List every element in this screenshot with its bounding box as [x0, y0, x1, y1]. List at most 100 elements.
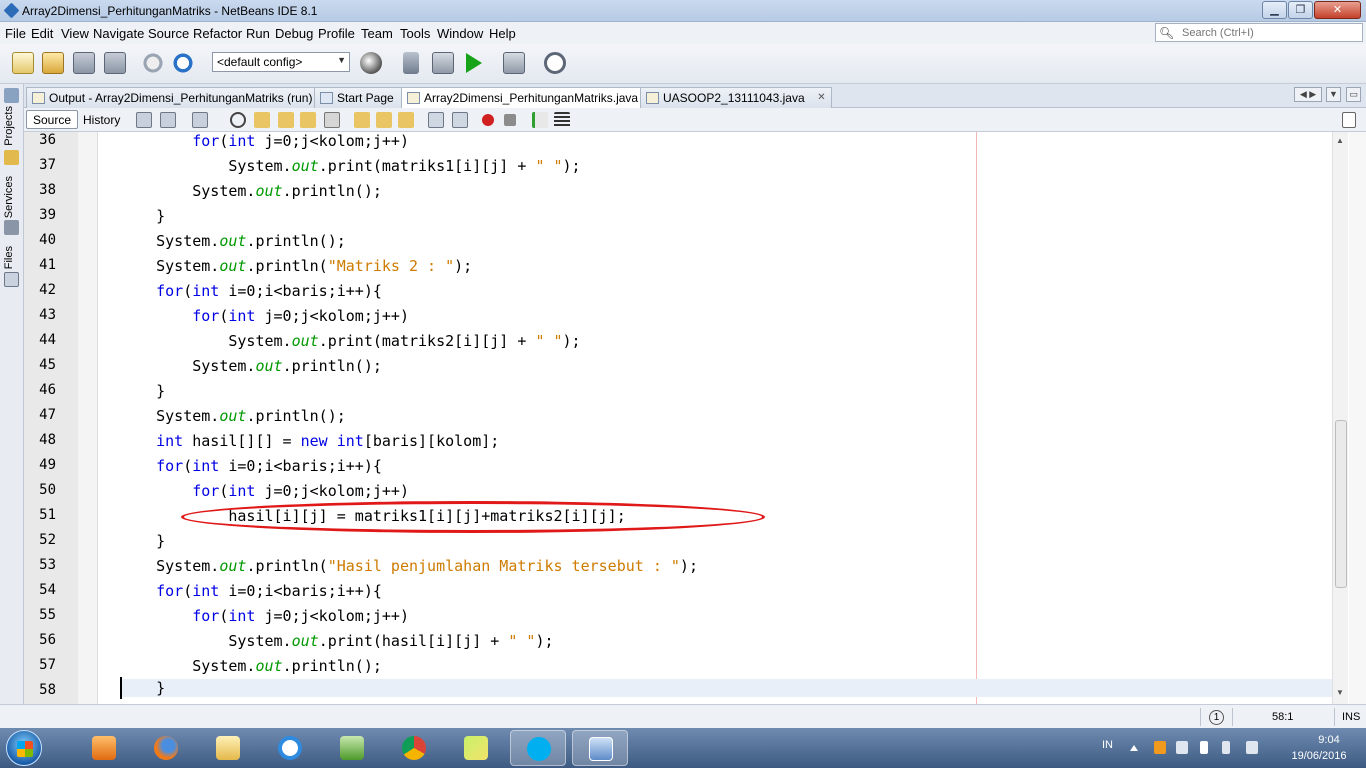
profile-icon[interactable] — [544, 52, 566, 74]
redo-icon[interactable] — [172, 52, 194, 74]
menu-view[interactable]: View — [61, 26, 89, 41]
code-line[interactable]: for(int j=0;j<kolom;j++) — [120, 307, 409, 325]
code-line-current[interactable]: } — [120, 679, 1332, 697]
code-line[interactable]: System.out.print(matriks2[i][j] + " "); — [120, 332, 580, 350]
rectangular-selection-icon[interactable] — [324, 112, 340, 128]
code-line[interactable]: System.out.println("Matriks 2 : "); — [120, 257, 472, 275]
toggle-bookmark-icon[interactable] — [398, 112, 414, 128]
last-edit-icon[interactable] — [136, 112, 152, 128]
menu-source[interactable]: Source — [148, 26, 189, 41]
scroll-up-icon[interactable]: ▲ — [1336, 136, 1344, 145]
menu-team[interactable]: Team — [361, 26, 393, 41]
code-line[interactable]: } — [120, 382, 165, 400]
start-macro-icon[interactable] — [482, 114, 494, 126]
config-dropdown[interactable]: <default config> ▼ — [212, 52, 350, 72]
shift-right-icon[interactable] — [452, 112, 468, 128]
search-input[interactable] — [1182, 25, 1360, 40]
code-line[interactable]: for(int j=0;j<kolom;j++) — [120, 132, 409, 150]
bluetooth-icon[interactable] — [1222, 741, 1230, 754]
restore-window-icon[interactable] — [4, 88, 19, 103]
vertical-scrollbar[interactable]: ▲ ▼ — [1332, 132, 1348, 704]
hammer-icon[interactable] — [403, 52, 419, 74]
tab-start-page[interactable]: Start Page — [314, 87, 405, 108]
code-line[interactable]: for(int i=0;i<baris;i++){ — [120, 457, 382, 475]
notifications-icon[interactable]: 1 — [1209, 710, 1224, 725]
forward-icon[interactable] — [192, 112, 208, 128]
code-line[interactable]: int hasil[][] = new int[baris][kolom]; — [120, 432, 499, 450]
projects-tab[interactable]: Projects — [3, 106, 21, 146]
start-button[interactable] — [6, 730, 42, 766]
files-tab[interactable]: Files — [3, 246, 21, 269]
volume-icon[interactable] — [1176, 741, 1188, 754]
code-line[interactable]: System.out.println("Hasil penjumlahan Ma… — [120, 557, 698, 575]
menu-help[interactable]: Help — [489, 26, 516, 41]
menu-tools[interactable]: Tools — [400, 26, 430, 41]
language-indicator[interactable]: IN — [1102, 739, 1113, 751]
tab-output[interactable]: Output - Array2Dimensi_PerhitunganMatrik… — [26, 87, 320, 108]
network-icon[interactable] — [1246, 741, 1258, 754]
taskbar-skype[interactable] — [510, 730, 566, 766]
tab-scroll-arrows[interactable]: ◀ ▶ — [1294, 87, 1322, 102]
scrollbar-thumb[interactable] — [1335, 420, 1347, 588]
minimize-button[interactable]: ▁ — [1262, 1, 1287, 19]
code-line[interactable]: for(int i=0;i<baris;i++){ — [120, 282, 382, 300]
menu-window[interactable]: Window — [437, 26, 483, 41]
services-tab[interactable]: Services — [3, 176, 21, 218]
history-button[interactable]: History — [76, 110, 127, 129]
maximize-button[interactable]: ❐ — [1288, 1, 1313, 19]
source-button[interactable]: Source — [26, 110, 79, 129]
next-bookmark-icon[interactable] — [376, 112, 392, 128]
menu-debug[interactable]: Debug — [275, 26, 313, 41]
debug-icon[interactable] — [503, 52, 525, 74]
code-line[interactable]: for(int j=0;j<kolom;j++) — [120, 607, 409, 625]
menu-run[interactable]: Run — [246, 26, 270, 41]
shift-left-icon[interactable] — [428, 112, 444, 128]
new-project-icon[interactable] — [42, 52, 64, 74]
split-editor-icon[interactable] — [1342, 112, 1356, 128]
clock-date[interactable]: 19/06/2016 — [1284, 750, 1354, 762]
run-icon[interactable] — [466, 53, 482, 73]
search-box[interactable]: 🔍︎ — [1155, 23, 1363, 42]
code-line[interactable]: System.out.print(hasil[i][j] + " "); — [120, 632, 553, 650]
scroll-down-icon[interactable]: ▼ — [1336, 688, 1344, 697]
taskbar-virtualbox[interactable] — [572, 730, 628, 766]
code-line[interactable]: System.out.print(matriks1[i][j] + " "); — [120, 157, 580, 175]
menu-refactor[interactable]: Refactor — [193, 26, 242, 41]
code-line[interactable]: System.out.println(); — [120, 182, 382, 200]
open-project-icon[interactable] — [73, 52, 95, 74]
clean-build-icon[interactable] — [432, 52, 454, 74]
battery-icon[interactable] — [1200, 741, 1208, 754]
code-line[interactable]: System.out.println(); — [120, 232, 346, 250]
find-next-icon[interactable] — [278, 112, 294, 128]
taskbar-sticky-notes[interactable] — [448, 730, 504, 766]
undo-icon[interactable] — [142, 52, 164, 74]
previous-bookmark-icon[interactable] — [354, 112, 370, 128]
tab-array2dimensi[interactable]: Array2Dimensi_PerhitunganMatriks.java ✕ — [401, 87, 666, 109]
tab-list-dropdown-icon[interactable]: ▼ — [1326, 87, 1341, 102]
taskbar-internet-explorer[interactable] — [262, 730, 318, 766]
find-icon[interactable] — [230, 112, 246, 128]
check-file-icon[interactable] — [532, 112, 548, 128]
code-line[interactable]: for(int j=0;j<kolom;j++) — [120, 482, 409, 500]
code-line[interactable]: System.out.println(); — [120, 657, 382, 675]
save-all-icon[interactable] — [104, 52, 126, 74]
menu-file[interactable]: File — [5, 26, 26, 41]
taskbar-chrome[interactable] — [386, 730, 442, 766]
new-file-icon[interactable] — [12, 52, 34, 74]
clock-time[interactable]: 9:04 — [1304, 734, 1354, 746]
close-icon[interactable]: ✕ — [817, 92, 825, 103]
menu-edit[interactable]: Edit — [31, 26, 53, 41]
maximize-editor-icon[interactable]: ▭ — [1346, 87, 1361, 102]
vlc-tray-icon[interactable] — [1154, 741, 1166, 754]
stop-macro-icon[interactable] — [504, 114, 516, 126]
menu-profile[interactable]: Profile — [318, 26, 355, 41]
taskbar-firefox[interactable] — [138, 730, 194, 766]
code-line[interactable]: for(int i=0;i<baris;i++){ — [120, 582, 382, 600]
taskbar-netbeans[interactable] — [324, 730, 380, 766]
code-line[interactable]: System.out.println(); — [120, 357, 382, 375]
tab-uasoop2[interactable]: UASOOP2_13111043.java ✕ — [640, 87, 832, 108]
code-editor[interactable]: 36 37 38 39 40 41 42 43 44 45 46 47 48 4… — [24, 132, 1366, 704]
code-line[interactable]: } — [120, 207, 165, 225]
close-button[interactable]: ✕ — [1314, 1, 1361, 19]
check-xml-icon[interactable] — [554, 112, 570, 128]
